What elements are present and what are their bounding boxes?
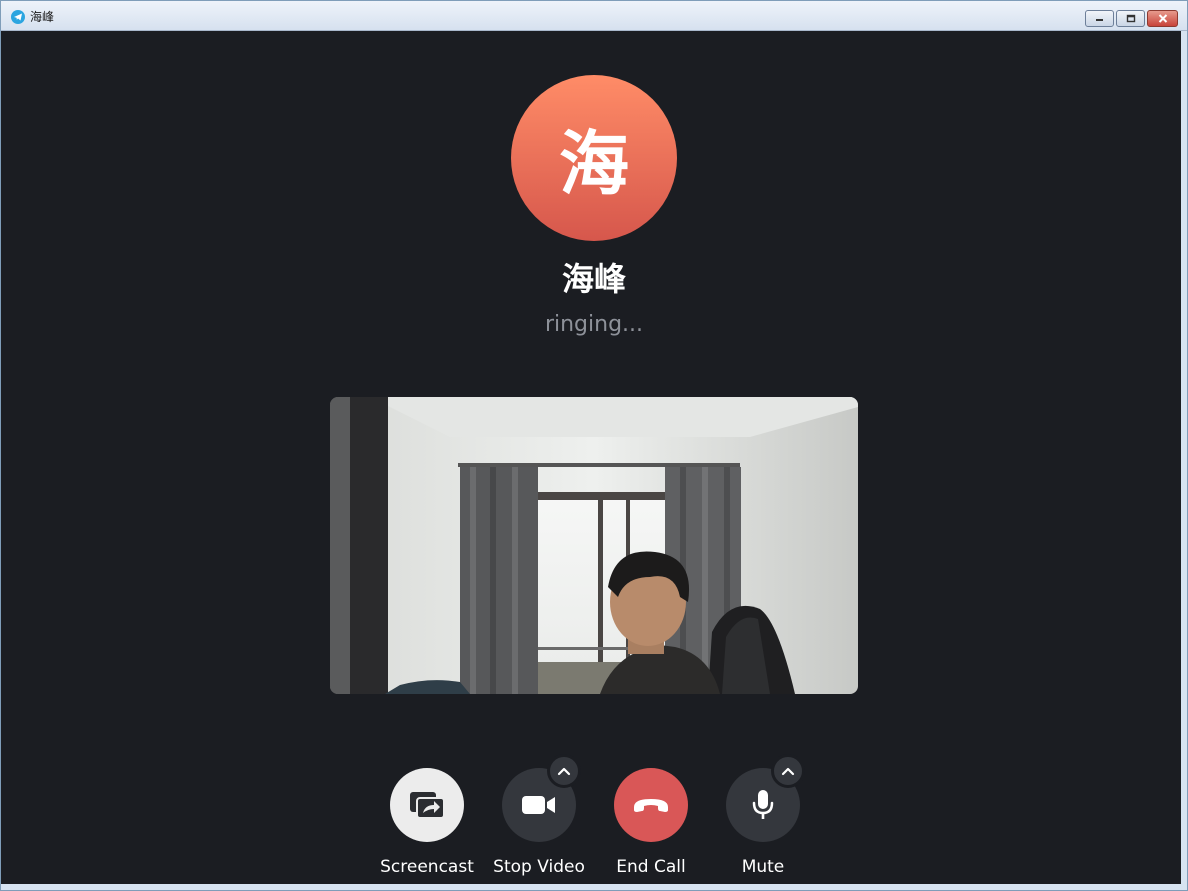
minimize-icon bbox=[1095, 18, 1103, 21]
title-bar[interactable]: 海峰 bbox=[1, 1, 1187, 31]
end-call-button[interactable] bbox=[614, 768, 688, 842]
window-border-right bbox=[1181, 31, 1187, 890]
chevron-up-icon bbox=[557, 767, 571, 775]
camera-preview-image bbox=[330, 397, 858, 694]
self-video-preview[interactable] bbox=[330, 397, 858, 694]
telegram-icon bbox=[11, 10, 25, 24]
screencast-button[interactable] bbox=[390, 768, 464, 842]
contact-avatar: 海 bbox=[511, 75, 677, 241]
maximize-icon bbox=[1126, 14, 1135, 23]
mute-options-button[interactable] bbox=[771, 754, 805, 788]
stop-video-label: Stop Video bbox=[493, 857, 585, 877]
camera-icon bbox=[522, 796, 555, 814]
maximize-button[interactable] bbox=[1116, 10, 1145, 27]
video-options-button[interactable] bbox=[547, 754, 581, 788]
screencast-label: Screencast bbox=[380, 857, 474, 877]
close-icon bbox=[1158, 14, 1167, 23]
window-border-bottom bbox=[1, 884, 1187, 890]
contact-name: 海峰 bbox=[561, 260, 626, 298]
chevron-up-icon bbox=[781, 767, 795, 775]
call-status: ringing... bbox=[544, 312, 644, 337]
end-call-label: End Call bbox=[616, 857, 686, 877]
microphone-icon bbox=[752, 790, 774, 819]
minimize-button[interactable] bbox=[1085, 10, 1114, 27]
screencast-icon bbox=[410, 792, 445, 819]
call-window: 海峰 海 海峰 ringing... Screencast Stop Video… bbox=[0, 0, 1188, 891]
window-controls bbox=[1085, 10, 1178, 27]
close-button[interactable] bbox=[1147, 10, 1178, 27]
window-title: 海峰 bbox=[30, 10, 55, 24]
mute-label: Mute bbox=[741, 857, 785, 877]
phone-hangup-icon bbox=[634, 799, 668, 812]
call-panel: 海 海峰 ringing... Screencast Stop Video En… bbox=[1, 31, 1181, 884]
